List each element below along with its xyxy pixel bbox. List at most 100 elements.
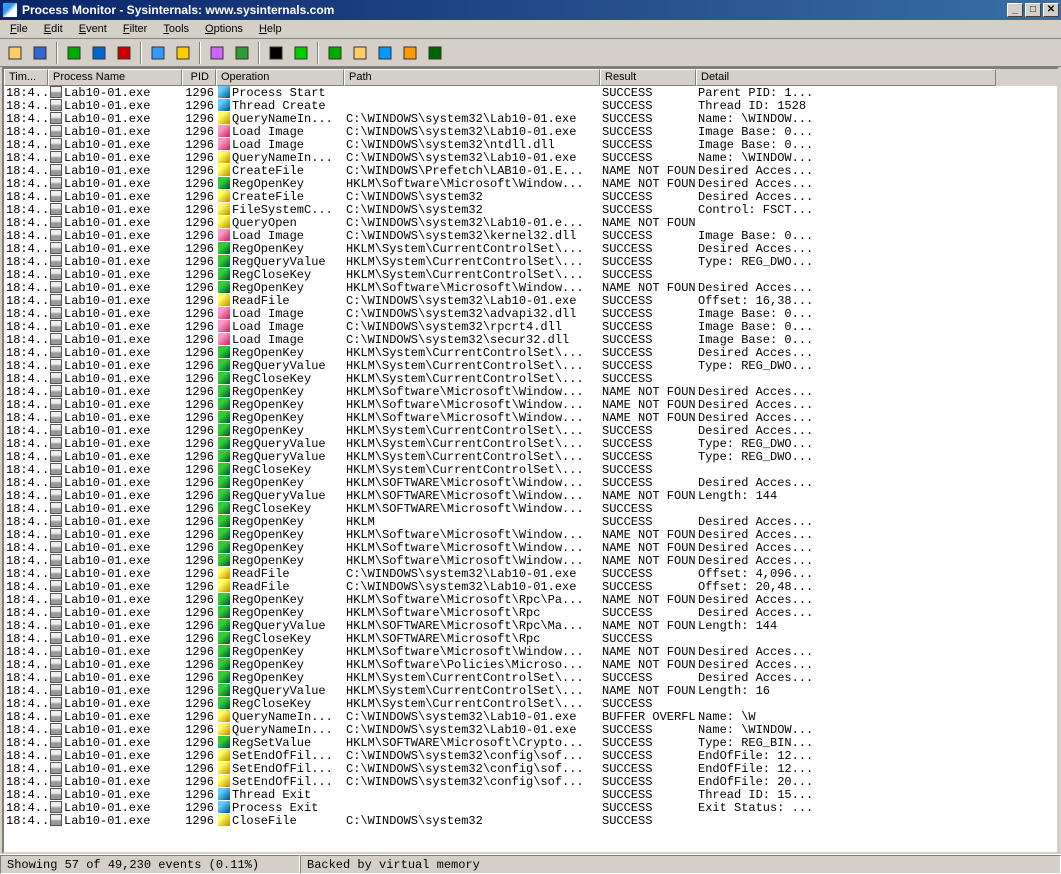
table-row[interactable]: 18:4...Lab10-01.exe1296CreateFileC:\WIND… xyxy=(4,190,1057,203)
show-registry-icon[interactable] xyxy=(324,42,346,64)
table-row[interactable]: 18:4...Lab10-01.exe1296RegOpenKeyHKLM\Sy… xyxy=(4,346,1057,359)
table-row[interactable]: 18:4...Lab10-01.exe1296RegCloseKeyHKLM\S… xyxy=(4,372,1057,385)
table-row[interactable]: 18:4...Lab10-01.exe1296RegOpenKeyHKLM\So… xyxy=(4,528,1057,541)
minimize-button[interactable]: _ xyxy=(1007,3,1023,17)
menu-tools[interactable]: Tools xyxy=(155,21,197,37)
table-row[interactable]: 18:4...Lab10-01.exe1296FileSystemC...C:\… xyxy=(4,203,1057,216)
table-row[interactable]: 18:4...Lab10-01.exe1296RegQueryValueHKLM… xyxy=(4,684,1057,697)
cell-pid: 1296 xyxy=(182,437,216,450)
table-row[interactable]: 18:4...Lab10-01.exe1296QueryNameIn...C:\… xyxy=(4,723,1057,736)
table-row[interactable]: 18:4...Lab10-01.exe1296RegCloseKeyHKLM\S… xyxy=(4,502,1057,515)
show-process-icon[interactable] xyxy=(399,42,421,64)
table-row[interactable]: 18:4...Lab10-01.exe1296RegQueryValueHKLM… xyxy=(4,489,1057,502)
table-row[interactable]: 18:4...Lab10-01.exe1296SetEndOfFil...C:\… xyxy=(4,749,1057,762)
menu-filter[interactable]: Filter xyxy=(115,21,155,37)
column-header-processname[interactable]: Process Name xyxy=(48,69,182,86)
table-row[interactable]: 18:4...Lab10-01.exe1296RegOpenKeyHKLM\So… xyxy=(4,658,1057,671)
cell-process: Lab10-01.exe xyxy=(48,619,182,632)
save-icon[interactable] xyxy=(29,42,51,64)
table-row[interactable]: 18:4...Lab10-01.exe1296RegOpenKeyHKLM\So… xyxy=(4,606,1057,619)
table-row[interactable]: 18:4...Lab10-01.exe1296QueryNameIn...C:\… xyxy=(4,112,1057,125)
cell-process: Lab10-01.exe xyxy=(48,632,182,645)
cell-time: 18:4... xyxy=(4,593,48,606)
highlight-icon[interactable] xyxy=(172,42,194,64)
table-row[interactable]: 18:4...Lab10-01.exe1296Load ImageC:\WIND… xyxy=(4,333,1057,346)
menu-event[interactable]: Event xyxy=(71,21,115,37)
close-button[interactable]: ✕ xyxy=(1043,3,1059,17)
table-row[interactable]: 18:4...Lab10-01.exe1296ReadFileC:\WINDOW… xyxy=(4,294,1057,307)
table-row[interactable]: 18:4...Lab10-01.exe1296RegOpenKeyHKLM\So… xyxy=(4,554,1057,567)
table-row[interactable]: 18:4...Lab10-01.exe1296RegOpenKeyHKLM\So… xyxy=(4,385,1057,398)
table-row[interactable]: 18:4...Lab10-01.exe1296RegOpenKeyHKLM\So… xyxy=(4,281,1057,294)
table-row[interactable]: 18:4...Lab10-01.exe1296RegOpenKeyHKLM\Sy… xyxy=(4,671,1057,684)
show-profiling-icon[interactable] xyxy=(424,42,446,64)
table-row[interactable]: 18:4...Lab10-01.exe1296RegOpenKeyHKLM\So… xyxy=(4,593,1057,606)
show-network-icon[interactable] xyxy=(374,42,396,64)
show-file-icon[interactable] xyxy=(349,42,371,64)
cell-operation: RegOpenKey xyxy=(216,593,344,606)
table-row[interactable]: 18:4...Lab10-01.exe1296RegOpenKeyHKLM\So… xyxy=(4,411,1057,424)
table-row[interactable]: 18:4...Lab10-01.exe1296SetEndOfFil...C:\… xyxy=(4,775,1057,788)
column-header-path[interactable]: Path xyxy=(344,69,600,86)
cell-path: C:\WINDOWS\system32\advapi32.dll xyxy=(344,307,600,320)
process-tree-icon[interactable] xyxy=(231,42,253,64)
table-row[interactable]: 18:4...Lab10-01.exe1296RegOpenKeyHKLM\Sy… xyxy=(4,424,1057,437)
table-row[interactable]: 18:4...Lab10-01.exe1296Load ImageC:\WIND… xyxy=(4,320,1057,333)
clear-icon[interactable] xyxy=(113,42,135,64)
table-row[interactable]: 18:4...Lab10-01.exe1296Process StartSUCC… xyxy=(4,86,1057,99)
table-row[interactable]: 18:4...Lab10-01.exe1296QueryNameIn...C:\… xyxy=(4,151,1057,164)
table-row[interactable]: 18:4...Lab10-01.exe1296QueryNameIn...C:\… xyxy=(4,710,1057,723)
table-row[interactable]: 18:4...Lab10-01.exe1296RegQueryValueHKLM… xyxy=(4,359,1057,372)
table-row[interactable]: 18:4...Lab10-01.exe1296RegOpenKeyHKLM\So… xyxy=(4,541,1057,554)
table-row[interactable]: 18:4...Lab10-01.exe1296Load ImageC:\WIND… xyxy=(4,229,1057,242)
column-header-operation[interactable]: Operation xyxy=(216,69,344,86)
table-row[interactable]: 18:4...Lab10-01.exe1296RegOpenKeyHKLM\SO… xyxy=(4,476,1057,489)
cell-path: HKLM\SOFTWARE\Microsoft\Window... xyxy=(344,502,600,515)
menu-edit[interactable]: Edit xyxy=(36,21,71,37)
table-row[interactable]: 18:4...Lab10-01.exe1296RegOpenKeyHKLM\So… xyxy=(4,177,1057,190)
table-row[interactable]: 18:4...Lab10-01.exe1296ReadFileC:\WINDOW… xyxy=(4,580,1057,593)
table-row[interactable]: 18:4...Lab10-01.exe1296CreateFileC:\WIND… xyxy=(4,164,1057,177)
table-row[interactable]: 18:4...Lab10-01.exe1296RegCloseKeyHKLM\S… xyxy=(4,268,1057,281)
find-icon[interactable] xyxy=(265,42,287,64)
capture-icon[interactable] xyxy=(63,42,85,64)
table-row[interactable]: 18:4...Lab10-01.exe1296Thread CreateSUCC… xyxy=(4,99,1057,112)
table-row[interactable]: 18:4...Lab10-01.exe1296Thread ExitSUCCES… xyxy=(4,788,1057,801)
table-row[interactable]: 18:4...Lab10-01.exe1296Process ExitSUCCE… xyxy=(4,801,1057,814)
autoscroll-icon[interactable] xyxy=(88,42,110,64)
cell-operation: RegQueryValue xyxy=(216,359,344,372)
table-row[interactable]: 18:4...Lab10-01.exe1296RegQueryValueHKLM… xyxy=(4,255,1057,268)
table-row[interactable]: 18:4...Lab10-01.exe1296RegOpenKeyHKLM\So… xyxy=(4,645,1057,658)
menu-file[interactable]: File xyxy=(2,21,36,37)
table-row[interactable]: 18:4...Lab10-01.exe1296RegOpenKeyHKLM\So… xyxy=(4,398,1057,411)
table-row[interactable]: 18:4...Lab10-01.exe1296ReadFileC:\WINDOW… xyxy=(4,567,1057,580)
jump-icon[interactable] xyxy=(290,42,312,64)
table-row[interactable]: 18:4...Lab10-01.exe1296RegQueryValueHKLM… xyxy=(4,437,1057,450)
menu-help[interactable]: Help xyxy=(251,21,290,37)
table-row[interactable]: 18:4...Lab10-01.exe1296RegQueryValueHKLM… xyxy=(4,619,1057,632)
open-icon[interactable] xyxy=(4,42,26,64)
event-listview[interactable]: Tim...Process NamePIDOperationPathResult… xyxy=(2,67,1059,854)
table-row[interactable]: 18:4...Lab10-01.exe1296RegOpenKeyHKLM\Sy… xyxy=(4,242,1057,255)
cell-operation: RegQueryValue xyxy=(216,684,344,697)
maximize-button[interactable]: □ xyxy=(1025,3,1041,17)
column-header-result[interactable]: Result xyxy=(600,69,696,86)
table-row[interactable]: 18:4...Lab10-01.exe1296RegQueryValueHKLM… xyxy=(4,450,1057,463)
table-row[interactable]: 18:4...Lab10-01.exe1296CloseFileC:\WINDO… xyxy=(4,814,1057,827)
table-row[interactable]: 18:4...Lab10-01.exe1296Load ImageC:\WIND… xyxy=(4,138,1057,151)
column-header-pid[interactable]: PID xyxy=(182,69,216,86)
table-row[interactable]: 18:4...Lab10-01.exe1296SetEndOfFil...C:\… xyxy=(4,762,1057,775)
column-header-detail[interactable]: Detail xyxy=(696,69,996,86)
table-row[interactable]: 18:4...Lab10-01.exe1296RegCloseKeyHKLM\S… xyxy=(4,632,1057,645)
table-row[interactable]: 18:4...Lab10-01.exe1296RegCloseKeyHKLM\S… xyxy=(4,463,1057,476)
table-row[interactable]: 18:4...Lab10-01.exe1296Load ImageC:\WIND… xyxy=(4,307,1057,320)
table-row[interactable]: 18:4...Lab10-01.exe1296Load ImageC:\WIND… xyxy=(4,125,1057,138)
table-row[interactable]: 18:4...Lab10-01.exe1296RegSetValueHKLM\S… xyxy=(4,736,1057,749)
table-row[interactable]: 18:4...Lab10-01.exe1296RegOpenKeyHKLMSUC… xyxy=(4,515,1057,528)
column-header-tim[interactable]: Tim... xyxy=(4,69,48,86)
filter-icon[interactable] xyxy=(147,42,169,64)
table-row[interactable]: 18:4...Lab10-01.exe1296QueryOpenC:\WINDO… xyxy=(4,216,1057,229)
menu-options[interactable]: Options xyxy=(197,21,251,37)
include-process-icon[interactable] xyxy=(206,42,228,64)
table-row[interactable]: 18:4...Lab10-01.exe1296RegCloseKeyHKLM\S… xyxy=(4,697,1057,710)
